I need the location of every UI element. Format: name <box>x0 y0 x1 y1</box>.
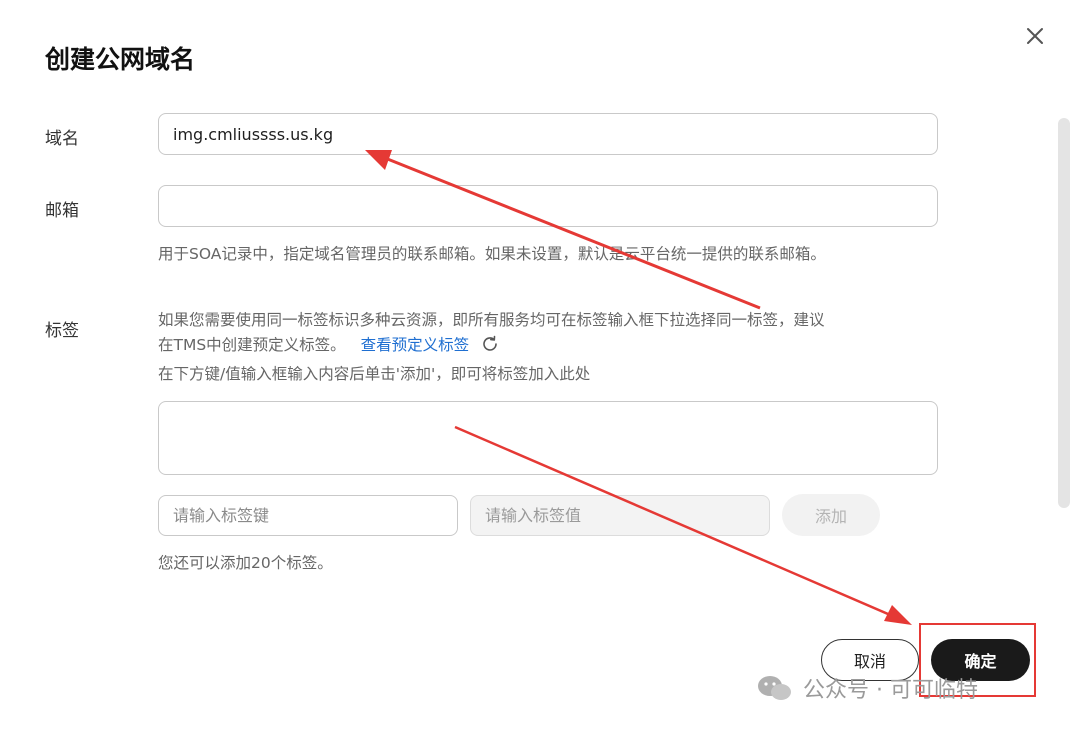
watermark: 公众号 · 可可临特 <box>755 672 978 704</box>
domain-label: 域名 <box>45 129 79 149</box>
create-public-domain-dialog: 创建公网域名 域名 邮箱 用于SOA记录中，指定域名管理员的联系邮箱。如果未设置… <box>0 0 1079 730</box>
view-predefined-tags-link[interactable]: 查看预定义标签 <box>361 336 470 354</box>
tags-label: 标签 <box>45 321 79 341</box>
domain-input[interactable] <box>158 113 938 155</box>
tags-description-prefix: 在TMS中创建预定义标签。 <box>158 336 346 354</box>
email-label: 邮箱 <box>45 201 79 221</box>
refresh-icon[interactable] <box>480 334 500 354</box>
dialog-title: 创建公网域名 <box>45 45 196 74</box>
arrow-to-confirm-head <box>884 605 912 625</box>
add-tag-button[interactable]: 添加 <box>782 494 880 536</box>
tags-description-line2: 在TMS中创建预定义标签。 查看预定义标签 <box>158 333 500 355</box>
tags-description-line3: 在下方键/值输入框输入内容后单击'添加'，即可将标签加入此处 <box>158 365 591 383</box>
arrow-to-domain-line <box>384 156 761 310</box>
email-hint: 用于SOA记录中，指定域名管理员的联系邮箱。如果未设置，默认是云平台统一提供的联… <box>158 245 826 263</box>
close-icon[interactable] <box>1021 22 1049 50</box>
scrollbar[interactable] <box>1058 118 1070 508</box>
tags-description-line1: 如果您需要使用同一标签标识多种云资源，即所有服务均可在标签输入框下拉选择同一标签… <box>158 311 825 329</box>
tag-key-input[interactable] <box>158 495 458 536</box>
email-input[interactable] <box>158 185 938 227</box>
wechat-icon <box>758 676 791 700</box>
watermark-text: 公众号 · 可可临特 <box>803 678 978 703</box>
tags-display-area[interactable] <box>158 401 938 475</box>
tag-value-input[interactable] <box>470 495 770 536</box>
tags-remaining-text: 您还可以添加20个标签。 <box>158 554 333 572</box>
